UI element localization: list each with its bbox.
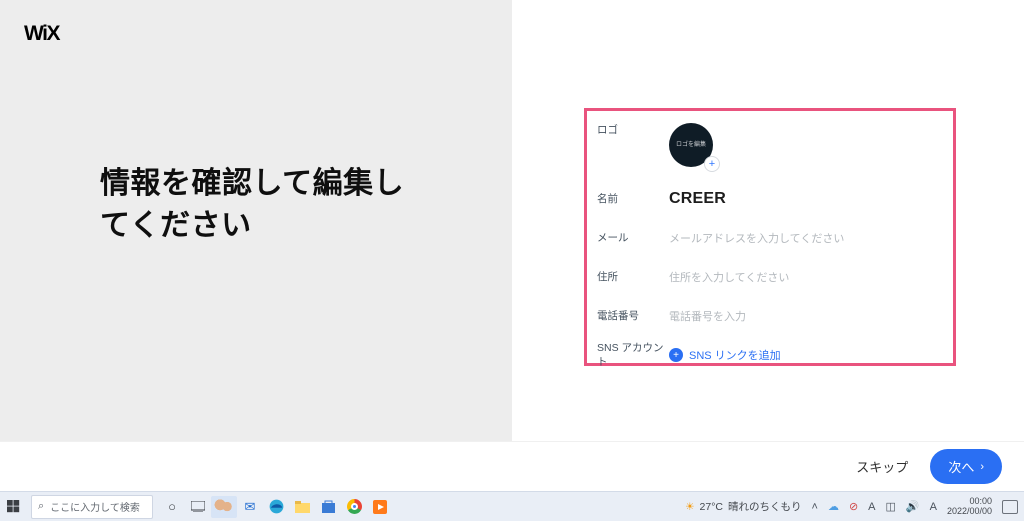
skip-link[interactable]: スキップ [856, 457, 908, 476]
headline: 情報を確認して編集してください [100, 163, 430, 247]
email-placeholder: メールアドレスを入力してください [669, 230, 943, 246]
network-icon[interactable]: ◫ [886, 500, 896, 513]
logo-placeholder-text: ロゴを編集 [676, 142, 706, 149]
start-button[interactable] [0, 492, 27, 521]
volume-icon[interactable]: 🔊 [906, 500, 920, 513]
user-thumb-icon[interactable] [211, 492, 237, 521]
onedrive-icon[interactable]: ☁ [828, 500, 839, 513]
ime-a-icon[interactable]: A [868, 501, 875, 513]
weather-icon: ☀ [685, 501, 694, 513]
weather-widget[interactable]: ☀ 27°C 晴れのちくもり [685, 499, 801, 514]
explorer-icon[interactable] [289, 492, 315, 521]
mail-icon[interactable]: ✉ [237, 492, 263, 521]
plus-icon: + [669, 348, 683, 362]
store-icon[interactable] [315, 492, 341, 521]
row-address[interactable]: 住所 住所を入力してください [597, 260, 943, 294]
media-icon[interactable] [367, 492, 393, 521]
windows-icon [7, 500, 20, 513]
taskview-icon[interactable] [185, 492, 211, 521]
wix-logo: WiX [24, 22, 59, 46]
row-email[interactable]: メール メールアドレスを入力してください [597, 221, 943, 255]
row-name[interactable]: 名前 CREER [597, 182, 943, 216]
weather-text: 晴れのちくもり [728, 499, 802, 514]
ime-icon[interactable]: A [930, 501, 937, 513]
right-pane: ロゴ ロゴを編集 + 名前 CREER メール メールアドレスを入力してください [512, 0, 1024, 441]
logo-label: ロゴ [597, 123, 669, 137]
search-placeholder: ここに入力して検索 [50, 499, 140, 514]
row-sns: SNS アカウント + SNS リンクを追加 [597, 338, 943, 372]
phone-placeholder: 電話番号を入力 [669, 308, 943, 324]
taskbar-clock[interactable]: 00:00 2022/00/00 [947, 497, 992, 516]
logo-add-icon[interactable]: + [704, 156, 720, 172]
sns-add-link[interactable]: + SNS リンクを追加 [669, 347, 781, 363]
left-pane: WiX 情報を確認して編集してください [0, 0, 512, 441]
taskbar: ⌕ ここに入力して検索 ○ ✉ [0, 491, 1024, 521]
phone-label: 電話番号 [597, 309, 669, 323]
name-value: CREER [669, 190, 943, 208]
notifications-icon[interactable] [1002, 500, 1018, 514]
weather-temp: 27°C [700, 501, 723, 513]
sns-link-text: SNS リンクを追加 [689, 347, 781, 363]
security-icon[interactable]: ⊘ [849, 500, 858, 513]
email-label: メール [597, 231, 669, 245]
sns-label: SNS アカウント [597, 341, 669, 369]
clock-date: 2022/00/00 [947, 507, 992, 516]
row-logo: ロゴ ロゴを編集 + [597, 117, 943, 177]
name-label: 名前 [597, 192, 669, 206]
taskbar-search[interactable]: ⌕ ここに入力して検索 [31, 495, 153, 519]
info-card: ロゴ ロゴを編集 + 名前 CREER メール メールアドレスを入力してください [584, 108, 956, 366]
cortana-icon[interactable]: ○ [159, 492, 185, 521]
next-label: 次へ [948, 457, 974, 476]
tray-chevron-icon[interactable]: ˄ [812, 501, 818, 513]
search-icon: ⌕ [38, 500, 44, 513]
row-phone[interactable]: 電話番号 電話番号を入力 [597, 299, 943, 333]
edge-icon[interactable] [263, 492, 289, 521]
chrome-icon[interactable] [341, 492, 367, 521]
next-button[interactable]: 次へ › [930, 449, 1002, 484]
address-placeholder: 住所を入力してください [669, 269, 943, 285]
footer: スキップ 次へ › [0, 441, 1024, 491]
chevron-right-icon: › [980, 461, 984, 473]
logo-holder[interactable]: ロゴを編集 + [669, 123, 717, 171]
address-label: 住所 [597, 270, 669, 284]
